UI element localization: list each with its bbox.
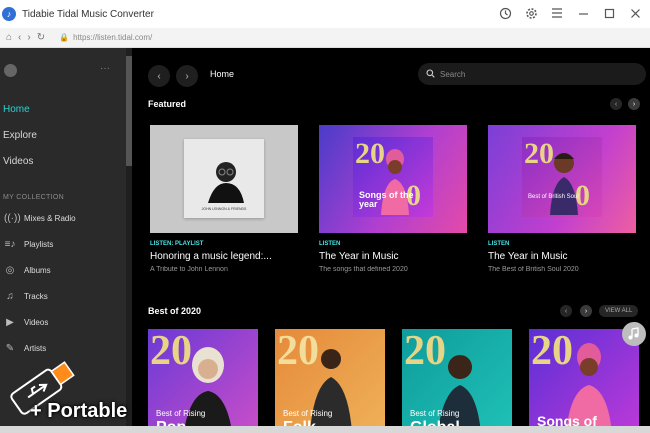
sidebar-item-tracks[interactable]: ♫ Tracks	[4, 291, 47, 302]
album-art: JOHN LENNON & FRIENDS	[150, 125, 298, 233]
forward-button[interactable]: ›	[176, 65, 198, 87]
album-cover: 20 20 Best of British Soul	[522, 137, 602, 217]
sidebar-item-home[interactable]: Home	[3, 104, 30, 115]
best-card-global[interactable]: 20 Best of Rising Global	[402, 329, 512, 433]
album-cover: 20 20 Songs of the year	[353, 137, 433, 217]
back-arrow-icon[interactable]: ‹	[18, 32, 21, 43]
playlist-icon: ≡♪	[4, 239, 16, 250]
collection-section-label: MY COLLECTION	[3, 194, 64, 201]
history-icon[interactable]	[498, 6, 512, 20]
page-title: Home	[210, 69, 235, 79]
radio-icon: ((·))	[4, 213, 21, 224]
main-content: ‹ › Home Featured ‹ ›	[132, 48, 650, 433]
url-text: https://listen.tidal.com/	[73, 33, 153, 42]
refresh-icon[interactable]: ↻	[37, 32, 45, 43]
card-title: The Year in Music	[488, 251, 568, 262]
featured-card-british-soul[interactable]: 20 20 Best of British Soul LISTEN The Ye…	[488, 125, 636, 273]
album-icon: ◎	[5, 265, 15, 276]
address-bar: ⌂ ‹ › ↻ 🔒 https://listen.tidal.com/	[0, 28, 650, 48]
sidebar-item-playlists[interactable]: ≡♪ Playlists	[4, 239, 54, 250]
forward-arrow-icon[interactable]: ›	[27, 32, 30, 43]
best-card-pop[interactable]: 20 Best of Rising Pop	[148, 329, 258, 433]
best-next-button[interactable]: ›	[580, 305, 592, 317]
url-field[interactable]: 🔒 https://listen.tidal.com/	[59, 33, 152, 42]
sidebar-item-videos[interactable]: Videos	[3, 156, 33, 167]
close-button[interactable]	[628, 6, 642, 20]
featured-section-title: Featured	[148, 99, 187, 109]
card-line1: Best of Rising	[156, 409, 206, 418]
title-bar: ♪ Tidabie Tidal Music Converter	[0, 0, 650, 28]
best-prev-button[interactable]: ‹	[560, 305, 572, 317]
cover-text: JOHN LENNON & FRIENDS	[201, 207, 247, 211]
window-controls	[498, 6, 642, 20]
portable-watermark: + Portable	[0, 348, 160, 433]
minimize-button[interactable]	[576, 6, 590, 20]
home-icon[interactable]: ⌂	[6, 32, 12, 43]
music-note-icon: ♫	[6, 291, 14, 302]
card-line1: Best of Rising	[410, 409, 460, 418]
view-all-button[interactable]: VIEW ALL	[599, 305, 639, 317]
menu-icon[interactable]	[550, 6, 564, 20]
card-tag: LISTEN	[488, 241, 510, 247]
featured-card-lennon[interactable]: JOHN LENNON & FRIENDS LISTEN: PLAYLIST H…	[150, 125, 298, 273]
cover-text: Songs of the year	[359, 190, 414, 209]
more-options-icon[interactable]: ···	[100, 63, 110, 74]
maximize-button[interactable]	[602, 6, 616, 20]
window-title: Tidabie Tidal Music Converter	[22, 8, 154, 20]
sidebar-item-explore[interactable]: Explore	[3, 130, 37, 141]
card-subtitle: A Tribute to John Lennon	[150, 266, 228, 273]
sidebar-item-videos-collection[interactable]: ▶ Videos	[4, 317, 48, 328]
lock-icon: 🔒	[59, 33, 70, 42]
video-icon: ▶	[6, 317, 14, 328]
album-art: 20 20 Best of British Soul	[488, 125, 636, 233]
search-bar[interactable]	[418, 63, 646, 85]
settings-gear-icon[interactable]	[524, 6, 538, 20]
app-window: ♪ Tidabie Tidal Music Converter ⌂ ‹ › ↻ …	[0, 0, 650, 433]
card-subtitle: The Best of British Soul 2020	[488, 266, 579, 273]
card-title: The Year in Music	[319, 251, 399, 262]
card-tag: LISTEN	[319, 241, 341, 247]
best-card-songs-of[interactable]: 20 Songs of	[529, 329, 639, 433]
sidebar-item-mixes-radio[interactable]: ((·)) Mixes & Radio	[4, 213, 76, 224]
album-art: 20 20 Songs of the year	[319, 125, 467, 233]
featured-next-button[interactable]: ›	[628, 98, 640, 110]
card-subtitle: The songs that defined 2020	[319, 266, 408, 273]
featured-card-songs-of-year[interactable]: 20 20 Songs of the year LISTEN The Year …	[319, 125, 467, 273]
add-music-floating-button[interactable]	[622, 322, 646, 346]
card-title: Honoring a music legend:...	[150, 251, 272, 262]
cover-text: Best of British Soul	[528, 194, 579, 200]
sidebar-item-albums[interactable]: ◎ Albums	[4, 265, 51, 276]
featured-prev-button[interactable]: ‹	[610, 98, 622, 110]
best-2020-section-title: Best of 2020	[148, 306, 202, 316]
avatar[interactable]	[4, 64, 17, 77]
app-logo-icon: ♪	[2, 7, 16, 21]
search-icon	[426, 68, 435, 80]
bottom-edge	[0, 426, 650, 433]
card-tag: LISTEN: PLAYLIST	[150, 241, 204, 247]
album-cover: JOHN LENNON & FRIENDS	[184, 139, 264, 218]
card-line1: Best of Rising	[283, 409, 333, 418]
best-card-folk[interactable]: 20 Best of Rising Folk	[275, 329, 385, 433]
search-input[interactable]	[440, 69, 620, 79]
back-button[interactable]: ‹	[148, 65, 170, 87]
portable-text: + Portable	[30, 400, 128, 422]
